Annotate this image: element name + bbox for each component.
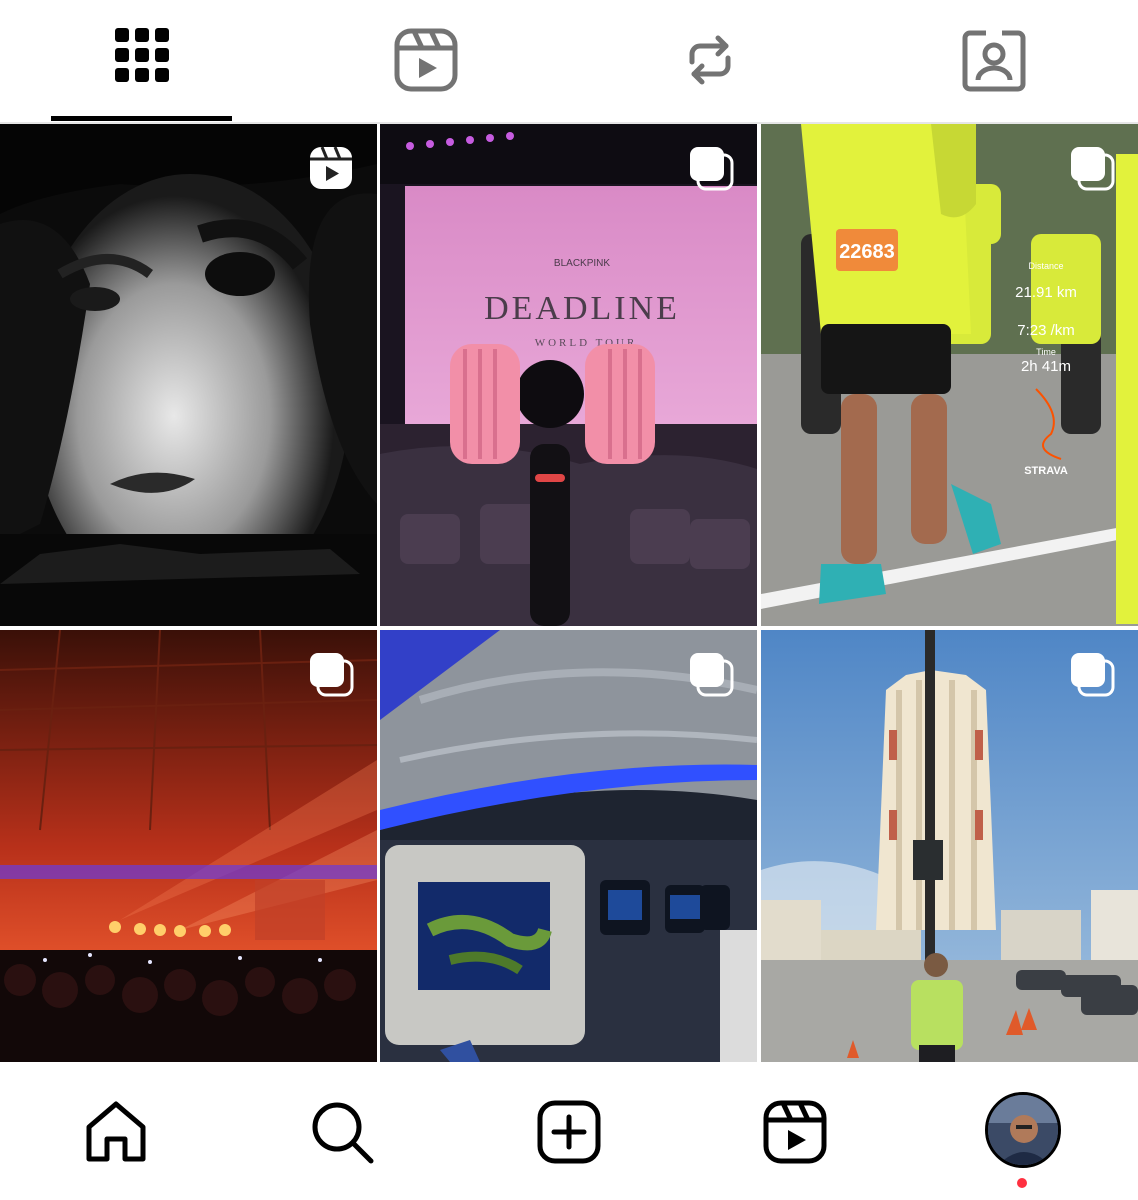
- strava-distance-label: Distance: [1028, 261, 1063, 271]
- strava-time-label: Time: [1036, 347, 1056, 357]
- tour-title-text: DEADLINE: [484, 290, 680, 327]
- reels-icon: [763, 1100, 827, 1164]
- carousel-icon: [310, 653, 354, 697]
- home-icon: [86, 1101, 146, 1162]
- race-bib-number: 22683: [839, 241, 895, 263]
- tab-posts-grid[interactable]: [0, 0, 284, 120]
- carousel-icon: [690, 653, 734, 697]
- carousel-icon: [690, 147, 734, 191]
- profile-notification-dot: [1017, 1178, 1027, 1188]
- nav-home[interactable]: [76, 1092, 156, 1172]
- strava-pace: 7:23 /km: [1017, 322, 1075, 339]
- create-plus-icon: [537, 1100, 601, 1164]
- profile-tab-bar: [0, 0, 1138, 124]
- active-tab-indicator: [51, 116, 232, 121]
- posts-grid: BLACKPINK DEADLINE WORLD TOUR 22683 Dist…: [0, 124, 1138, 1062]
- profile-avatar[interactable]: [985, 1092, 1061, 1168]
- concert-stage-photo: BLACKPINK DEADLINE WORLD TOUR: [380, 124, 757, 626]
- tab-reels[interactable]: [284, 0, 568, 120]
- carousel-icon: [1071, 147, 1115, 191]
- strava-logo-text: STRAVA: [1024, 465, 1068, 477]
- brand-text: BLACKPINK: [554, 258, 610, 269]
- strava-distance: 21.91 km: [1015, 284, 1077, 301]
- post-thumbnail-1[interactable]: [0, 124, 377, 626]
- post-thumbnail-2[interactable]: BLACKPINK DEADLINE WORLD TOUR: [380, 124, 757, 626]
- search-icon: [312, 1102, 374, 1164]
- reels-icon: [394, 28, 458, 92]
- reels-badge-icon: [310, 146, 352, 189]
- post-thumbnail-3[interactable]: 22683 Distance 21.91 km 7:23 /km Time 2h…: [761, 124, 1138, 626]
- grid-icon: [115, 28, 169, 82]
- portrait-photo: [0, 124, 377, 626]
- marathon-photo: 22683 Distance 21.91 km 7:23 /km Time 2h…: [761, 124, 1138, 626]
- post-thumbnail-4[interactable]: [0, 630, 377, 1062]
- tab-tagged[interactable]: [852, 0, 1136, 120]
- repost-icon: [689, 35, 731, 85]
- post-thumbnail-6[interactable]: [761, 630, 1138, 1062]
- tagged-person-icon: [962, 30, 1026, 92]
- avatar-photo: [988, 1095, 1058, 1165]
- post-thumbnail-5[interactable]: [380, 630, 757, 1062]
- nav-create[interactable]: [529, 1092, 609, 1172]
- tab-reposts[interactable]: [568, 0, 852, 120]
- carousel-icon: [1071, 653, 1115, 697]
- strava-time: 2h 41m: [1021, 358, 1071, 375]
- bottom-navigation-bar: [0, 1062, 1138, 1200]
- nav-search[interactable]: [302, 1092, 382, 1172]
- nav-reels[interactable]: [755, 1092, 835, 1172]
